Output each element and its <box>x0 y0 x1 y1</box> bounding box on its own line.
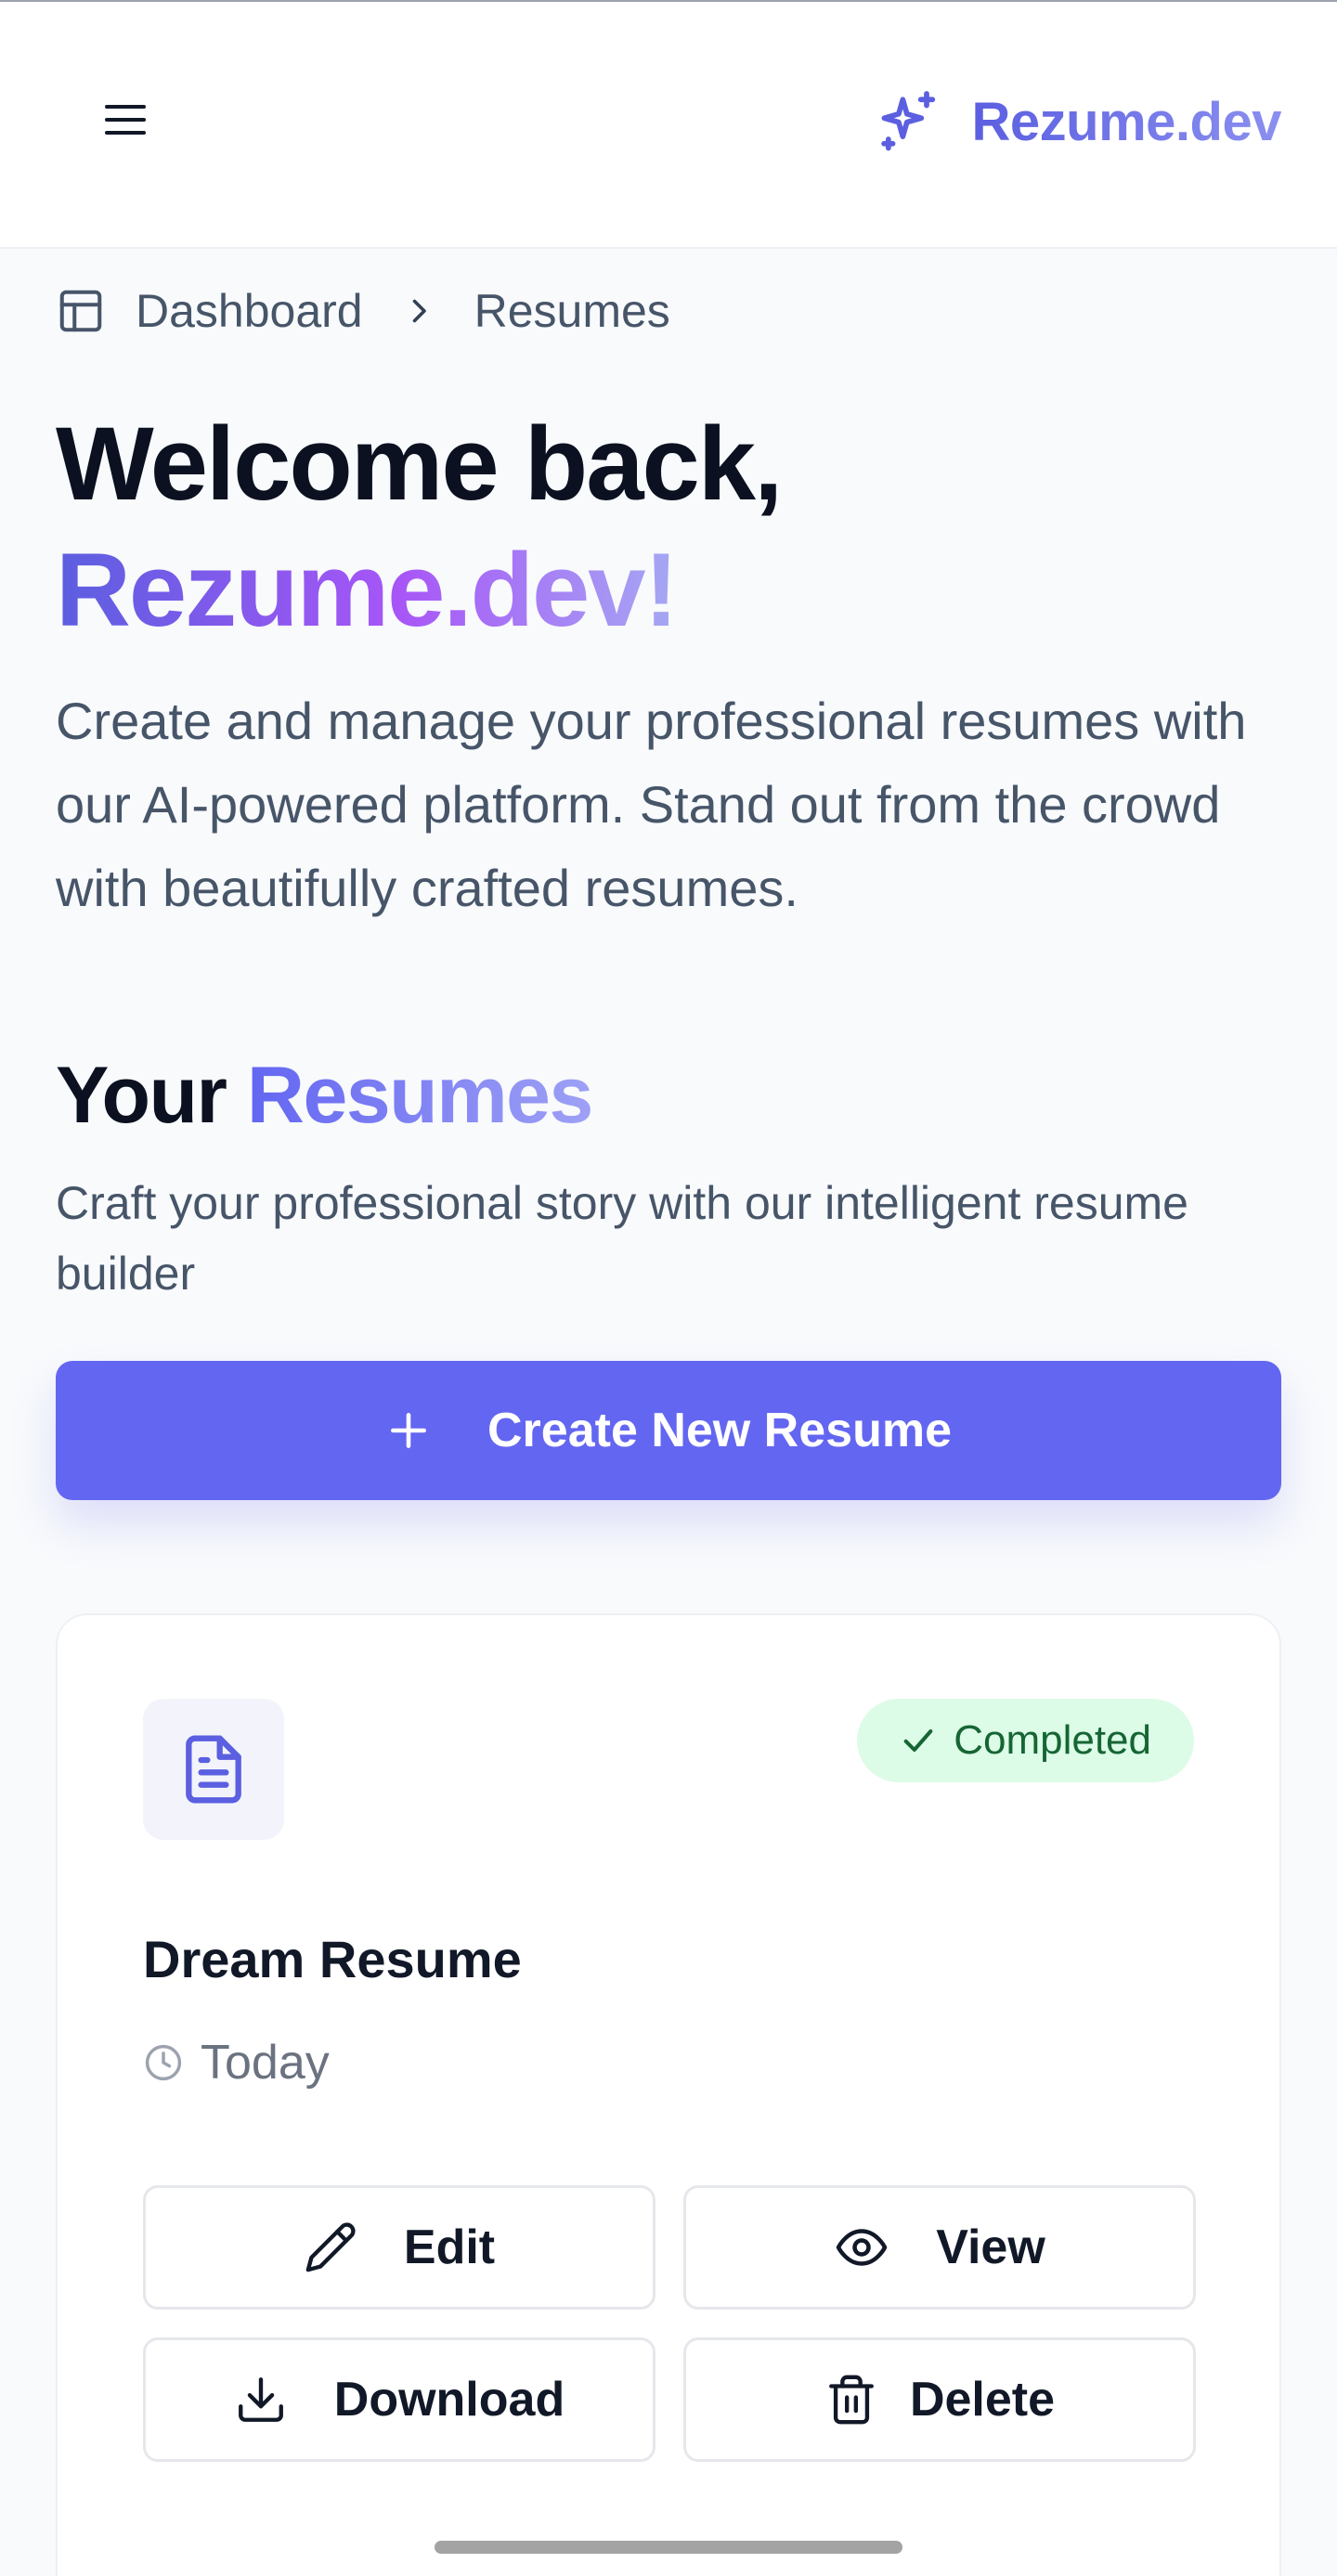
sparkles-icon <box>874 86 944 157</box>
section-title: Your Resumes <box>56 1040 593 1151</box>
create-new-resume-button[interactable]: Create New Resume <box>56 1361 1281 1500</box>
layout-icon <box>56 286 106 336</box>
plus-icon <box>385 1407 432 1454</box>
create-new-resume-label: Create New Resume <box>487 1404 952 1457</box>
breadcrumb-dashboard-label: Dashboard <box>136 285 363 337</box>
file-text-icon <box>176 1732 251 1806</box>
brand-link[interactable]: Rezume.dev <box>874 86 1282 157</box>
download-label: Download <box>333 2373 565 2427</box>
delete-label: Delete <box>909 2373 1056 2427</box>
clock-icon <box>143 2042 184 2083</box>
menu-button[interactable] <box>93 87 158 152</box>
check-icon <box>900 1722 937 1759</box>
trash-icon <box>824 2373 878 2427</box>
app-header: Rezume.dev <box>0 2 1337 249</box>
home-indicator[interactable] <box>435 2541 902 2554</box>
hero-description: Create and manage your professional resu… <box>56 692 1247 917</box>
delete-button[interactable]: Delete <box>683 2337 1196 2462</box>
section-subtitle: Craft your professional story with our i… <box>56 1177 1188 1300</box>
breadcrumb: Dashboard Resumes <box>56 278 670 343</box>
pencil-icon <box>304 2220 357 2274</box>
resume-card: Completed Dream Resume Today Edit View D… <box>56 1613 1281 2576</box>
status-label: Completed <box>954 1717 1151 1763</box>
hamburger-menu-icon <box>103 101 148 138</box>
view-button[interactable]: View <box>683 2185 1196 2310</box>
breadcrumb-current: Resumes <box>474 285 670 337</box>
brand-name: Rezume.dev <box>971 91 1282 152</box>
download-button[interactable]: Download <box>143 2337 656 2462</box>
status-badge: Completed <box>857 1699 1194 1782</box>
eye-icon <box>834 2220 889 2275</box>
resume-updated-label: Today <box>201 2036 330 2090</box>
view-label: View <box>936 2220 1045 2274</box>
section-title-prefix: Your <box>56 1051 227 1140</box>
chevron-right-icon <box>402 292 435 330</box>
welcome-brand: Rezume.dev! <box>56 527 679 654</box>
welcome-text: Welcome back, <box>56 406 783 522</box>
resume-name: Dream Resume <box>143 1930 522 1988</box>
breadcrumb-dashboard-link[interactable]: Dashboard <box>56 284 363 338</box>
page: Rezume.dev Dashboard Resumes Welcome bac… <box>0 0 1337 2576</box>
section-title-accent: Resumes <box>246 1051 593 1140</box>
page-title: Welcome back, Rezume.dev! <box>56 401 1281 654</box>
edit-label: Edit <box>403 2220 496 2274</box>
download-icon <box>234 2373 288 2427</box>
resume-doc-tile <box>143 1699 284 1840</box>
edit-button[interactable]: Edit <box>143 2185 656 2310</box>
resume-updated: Today <box>143 2035 330 2091</box>
